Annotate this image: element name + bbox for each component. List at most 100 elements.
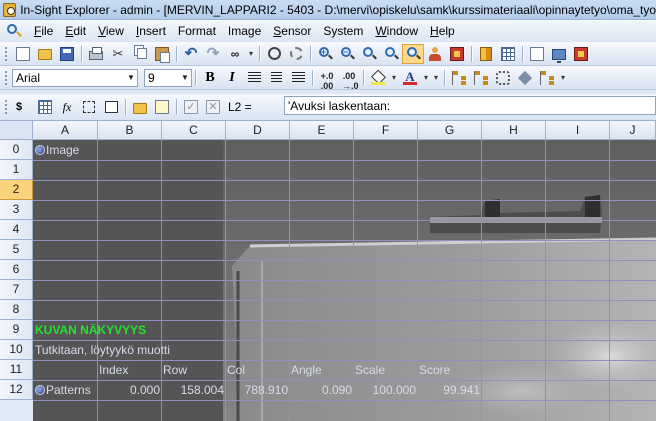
menu-file[interactable]: File — [28, 24, 59, 38]
menu-window[interactable]: Window — [369, 24, 424, 38]
print-button[interactable] — [85, 44, 107, 64]
dashed-circle-button[interactable] — [285, 44, 307, 64]
network-button[interactable] — [536, 68, 558, 88]
cell-e11[interactable]: Angle — [291, 360, 322, 380]
cancel-button[interactable]: ✕ — [202, 97, 224, 117]
menu-image[interactable]: Image — [222, 24, 267, 38]
toolbar-overflow-icon[interactable]: ▾ — [558, 73, 568, 82]
cell-a9[interactable]: KUVAN NÄKYVYYS — [35, 320, 146, 340]
row-header-8[interactable]: 8 — [0, 300, 33, 320]
chevron-down-icon[interactable]: ▾ — [389, 73, 399, 82]
row-header-1[interactable]: 1 — [0, 160, 33, 180]
fill-color-button[interactable] — [367, 68, 389, 88]
insight-menu-icon[interactable] — [6, 23, 22, 39]
graphics-button[interactable] — [492, 68, 514, 88]
save-button[interactable] — [56, 44, 78, 64]
row-header-3[interactable]: 3 — [0, 200, 33, 220]
row-header-7[interactable]: 7 — [0, 280, 33, 300]
select-region-button[interactable] — [78, 97, 100, 117]
menu-system[interactable]: System — [317, 24, 369, 38]
chevron-down-icon[interactable]: ▾ — [421, 73, 431, 82]
toolbar-grip[interactable] — [4, 99, 8, 115]
column-header-d[interactable]: D — [226, 121, 290, 140]
bold-button[interactable]: B — [199, 68, 221, 88]
insert-function-button[interactable]: fx — [56, 97, 78, 117]
row-header-4[interactable]: 4 — [0, 220, 33, 240]
chevron-down-icon[interactable]: ▼ — [179, 70, 191, 86]
menu-format[interactable]: Format — [172, 24, 222, 38]
menu-insert[interactable]: Insert — [130, 24, 172, 38]
cell-f11[interactable]: Scale — [355, 360, 385, 380]
redo-button[interactable]: ↷ — [202, 44, 224, 64]
cell-f12[interactable]: 100.000 — [354, 380, 416, 400]
formula-input[interactable]: 'Avuksi laskentaan: — [284, 96, 656, 115]
spreadsheet-button[interactable] — [497, 44, 519, 64]
column-header-e[interactable]: E — [290, 121, 354, 140]
trigger-button[interactable] — [475, 44, 497, 64]
column-header-g[interactable]: G — [418, 121, 482, 140]
align-left-button[interactable] — [243, 68, 265, 88]
cell-a0[interactable]: Image — [35, 140, 79, 160]
cell-c12[interactable]: 158.004 — [162, 380, 224, 400]
new-button[interactable] — [12, 44, 34, 64]
cell-g12[interactable]: 99.941 — [418, 380, 480, 400]
open-button[interactable] — [34, 44, 56, 64]
row-header-2[interactable]: 2 — [0, 180, 33, 200]
cell-reference-button[interactable]: $ — [12, 97, 34, 117]
cell-a10[interactable]: Tutkitaan, löytyykö muotti — [35, 340, 170, 360]
chevron-down-icon[interactable]: ▼ — [125, 70, 137, 86]
cell-b11[interactable]: Index — [99, 360, 128, 380]
zoom-100-button[interactable] — [380, 44, 402, 64]
menu-edit[interactable]: Edit — [59, 24, 92, 38]
row-header-5[interactable]: 5 — [0, 240, 33, 260]
font-color-button[interactable]: A — [399, 68, 421, 88]
italic-button[interactable]: I — [221, 68, 243, 88]
zoom-fit-button[interactable] — [358, 44, 380, 64]
align-center-button[interactable] — [265, 68, 287, 88]
column-header-a[interactable]: A — [33, 121, 98, 140]
dependencies-button[interactable] — [448, 68, 470, 88]
row-header-0[interactable]: 0 — [0, 140, 33, 160]
column-header-b[interactable]: B — [98, 121, 162, 140]
toolbar-grip[interactable] — [4, 45, 8, 62]
zoom-fill-button[interactable] — [402, 43, 424, 64]
cell-d12[interactable]: 788.910 — [226, 380, 288, 400]
display-button[interactable] — [548, 44, 570, 64]
undo-button[interactable]: ↶ — [180, 44, 202, 64]
toolbar-overflow-icon[interactable]: ▾ — [431, 73, 441, 82]
property-sheet-button[interactable] — [100, 97, 122, 117]
font-size-select[interactable]: 9 ▼ — [144, 68, 192, 87]
font-family-select[interactable]: Arial ▼ — [12, 68, 138, 87]
toolbar-overflow-icon[interactable]: ▾ — [246, 49, 256, 58]
decrease-decimal-button[interactable]: .00 →.0 — [338, 68, 360, 91]
increase-decimal-button[interactable]: +.0.00 — [316, 68, 338, 91]
cell-a12[interactable]: Patterns — [35, 380, 91, 400]
toolbar-grip[interactable] — [4, 69, 8, 86]
copy-button[interactable] — [129, 44, 151, 64]
zoom-out-button[interactable]: − — [336, 44, 358, 64]
row-header-9[interactable]: 9 — [0, 320, 33, 340]
column-header-f[interactable]: F — [354, 121, 418, 140]
zoom-in-button[interactable]: + — [314, 44, 336, 64]
cell-c11[interactable]: Row — [163, 360, 187, 380]
column-header-c[interactable]: C — [162, 121, 226, 140]
notes-button[interactable] — [151, 97, 173, 117]
cut-button[interactable]: ✂ — [107, 44, 129, 64]
cell-b12[interactable]: 0.000 — [98, 380, 160, 400]
paste-button[interactable] — [151, 44, 173, 64]
image-button[interactable] — [446, 44, 468, 64]
diamond-button[interactable] — [514, 68, 536, 88]
precedents-button[interactable] — [470, 68, 492, 88]
menu-sensor[interactable]: Sensor — [267, 24, 317, 38]
person-button[interactable] — [424, 44, 446, 64]
row-header-6[interactable]: 6 — [0, 260, 33, 280]
cell-d11[interactable]: Col — [227, 360, 245, 380]
cell-e12[interactable]: 0.090 — [290, 380, 352, 400]
select-all-corner[interactable] — [0, 121, 33, 140]
edit-sheet-button[interactable] — [526, 44, 548, 64]
row-header-10[interactable]: 10 — [0, 340, 33, 360]
column-header-h[interactable]: H — [482, 121, 546, 140]
menu-view[interactable]: View — [92, 24, 130, 38]
cell-g11[interactable]: Score — [419, 360, 450, 380]
accept-button[interactable]: ✓ — [180, 97, 202, 117]
